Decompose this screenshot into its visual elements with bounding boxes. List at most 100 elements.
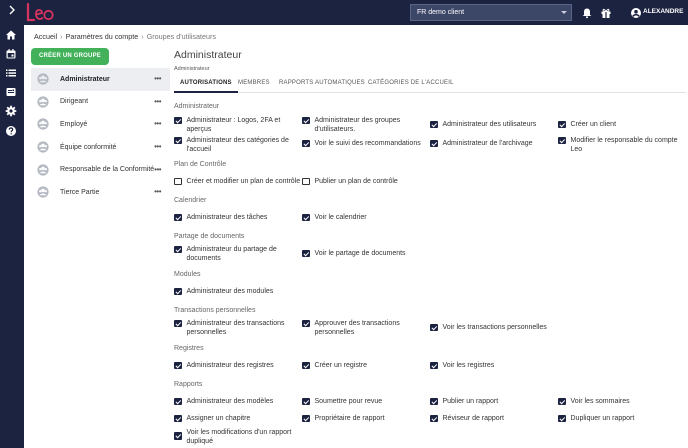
permission-checkbox[interactable] [174,177,182,185]
permission-checkbox[interactable] [174,414,182,422]
permission-item[interactable]: Administrateur : Logos, 2FA et aperçus [174,116,294,134]
breadcrumb-account-settings[interactable]: Paramètres du compte [66,32,139,41]
leo-logo[interactable] [25,2,55,24]
permission-item[interactable]: Propriétaire de rapport [302,414,422,423]
permission-checkbox[interactable] [430,323,438,331]
permission-item[interactable]: Voir les sommaires [558,397,678,406]
permission-item[interactable]: Administrateur des modèles [174,397,294,406]
permission-checkbox[interactable] [174,287,182,295]
permission-item[interactable]: Administrateur des registres [174,361,294,370]
permission-item[interactable]: Administrateur de l'archivage [430,139,550,148]
permission-checkbox[interactable] [302,177,310,185]
more-icon[interactable]: ••• [154,165,161,174]
permission-item[interactable]: Assigner un chapitre [174,414,294,423]
permission-checkbox[interactable] [302,361,310,369]
permission-item[interactable]: Modifier le responsable du compte Leo [558,136,680,154]
account-icon[interactable] [630,6,642,18]
permission-checkbox[interactable] [302,249,310,257]
permission-item[interactable]: Publier un rapport [430,397,550,406]
permission-item[interactable]: Publier un plan de contrôle [302,177,422,186]
document-icon[interactable] [5,85,17,97]
group-item-responsable-conformite[interactable]: Responsable de la Conformité ••• [31,158,170,181]
more-icon[interactable]: ••• [154,120,161,128]
permission-item[interactable]: Créer un client [558,120,678,129]
permission-checkbox[interactable] [430,120,438,128]
more-icon[interactable]: ••• [154,188,161,196]
permission-item[interactable]: Réviseur de rapport [430,414,550,423]
group-label: Employé [60,120,88,128]
permission-item[interactable]: Voir les registres [430,361,550,370]
permission-checkbox[interactable] [430,139,438,147]
permission-checkbox[interactable] [558,120,566,128]
permission-label: Voir le calendrier [314,214,367,221]
permission-item[interactable]: Créer et modifier un plan de contrôle [174,177,302,186]
bell-icon[interactable] [581,6,593,19]
permission-checkbox[interactable] [302,116,310,124]
breadcrumb-home[interactable]: Accueil [34,32,57,41]
tab-autorisations[interactable]: AUTORISATIONS [174,74,238,93]
permission-checkbox[interactable] [174,213,182,221]
permission-item[interactable]: Administrateur des catégories de l'accue… [174,136,296,154]
permission-checkbox[interactable] [430,414,438,422]
more-icon[interactable]: ••• [154,97,161,106]
permission-checkbox[interactable] [302,397,310,405]
permission-label: Créer et modifier un plan de contrôle [186,178,301,185]
permission-checkbox[interactable] [558,397,566,405]
client-select[interactable]: FR demo client [410,4,572,21]
group-item-employe[interactable]: Employé ••• [31,113,170,136]
group-item-administrateur[interactable]: Administrateur ••• [31,68,170,91]
permission-item[interactable]: Administrateur du partage de documents [174,245,286,263]
list-icon[interactable] [5,66,17,78]
permission-item[interactable]: Administrateur des modules [174,287,294,296]
home-icon[interactable] [5,28,17,40]
permission-checkbox[interactable] [302,319,310,327]
permission-item[interactable]: Dupliquer un rapport [558,414,678,423]
permission-item[interactable]: Administrateur des groupes d'utilisateur… [302,116,422,134]
chevron-right-icon[interactable] [6,5,18,19]
permission-checkbox[interactable] [430,361,438,369]
group-item-tierce-partie[interactable]: Tierce Partie ••• [31,181,170,204]
permission-checkbox[interactable] [174,361,182,369]
permission-item[interactable]: Soumettre pour revue [302,397,422,406]
permission-checkbox[interactable] [174,432,182,440]
permission-item[interactable]: Administrateur des tâches [174,213,294,222]
permission-item[interactable]: Administrateur des utilisateurs [430,120,550,129]
group-item-dirigeant[interactable]: Dirigeant ••• [31,91,170,114]
calendar-icon[interactable] [5,47,17,59]
more-icon[interactable]: ••• [154,75,161,83]
permission-item[interactable]: Voir le calendrier [302,213,422,222]
tab-categories-accueil[interactable]: CATÉGORIES DE L'ACCUEIL [368,74,454,93]
permission-checkbox[interactable] [174,397,182,405]
permission-label: Créer un registre [314,362,368,369]
permission-item[interactable]: Administrateur des transactions personne… [174,319,296,337]
permission-checkbox[interactable] [558,414,566,422]
help-icon[interactable] [5,124,17,136]
permission-checkbox[interactable] [430,397,438,405]
permission-label: Administrateur du partage de documents [186,246,277,262]
permission-label: Voir le partage de documents [314,250,406,257]
create-group-button[interactable]: CRÉER UN GROUPE [31,48,109,65]
permission-checkbox[interactable] [558,136,566,144]
permission-checkbox[interactable] [302,414,310,422]
section-title-administrateur: Administrateur [174,103,220,110]
user-name[interactable]: ALEXANDRE [643,8,683,15]
permission-item[interactable]: Approuver des transactions personnelles [302,319,412,337]
gear-icon[interactable] [5,104,17,117]
section-title-transactions: Transactions personnelles [174,307,256,314]
tab-rapports-automatiques[interactable]: RAPPORTS AUTOMATIQUES [279,74,365,93]
permission-checkbox[interactable] [174,116,182,124]
permission-checkbox[interactable] [302,213,310,221]
permission-checkbox[interactable] [174,319,182,327]
permission-item[interactable]: Voir les modifications d'un rapport dupl… [174,428,296,446]
permission-checkbox[interactable] [174,136,182,144]
permission-item[interactable]: Voir le partage de documents [302,249,427,258]
more-icon[interactable]: ••• [154,143,161,151]
tab-membres[interactable]: MEMBRES [238,74,270,93]
permission-item[interactable]: Créer un registre [302,361,422,370]
permission-checkbox[interactable] [302,139,310,147]
permission-item[interactable]: Voir le suivi des recommandations [302,139,427,148]
permission-checkbox[interactable] [174,245,182,253]
group-item-equipe-conformite[interactable]: Équipe conformité ••• [31,136,170,159]
permission-item[interactable]: Voir les transactions personnelles [430,323,558,332]
gift-icon[interactable] [600,6,612,18]
